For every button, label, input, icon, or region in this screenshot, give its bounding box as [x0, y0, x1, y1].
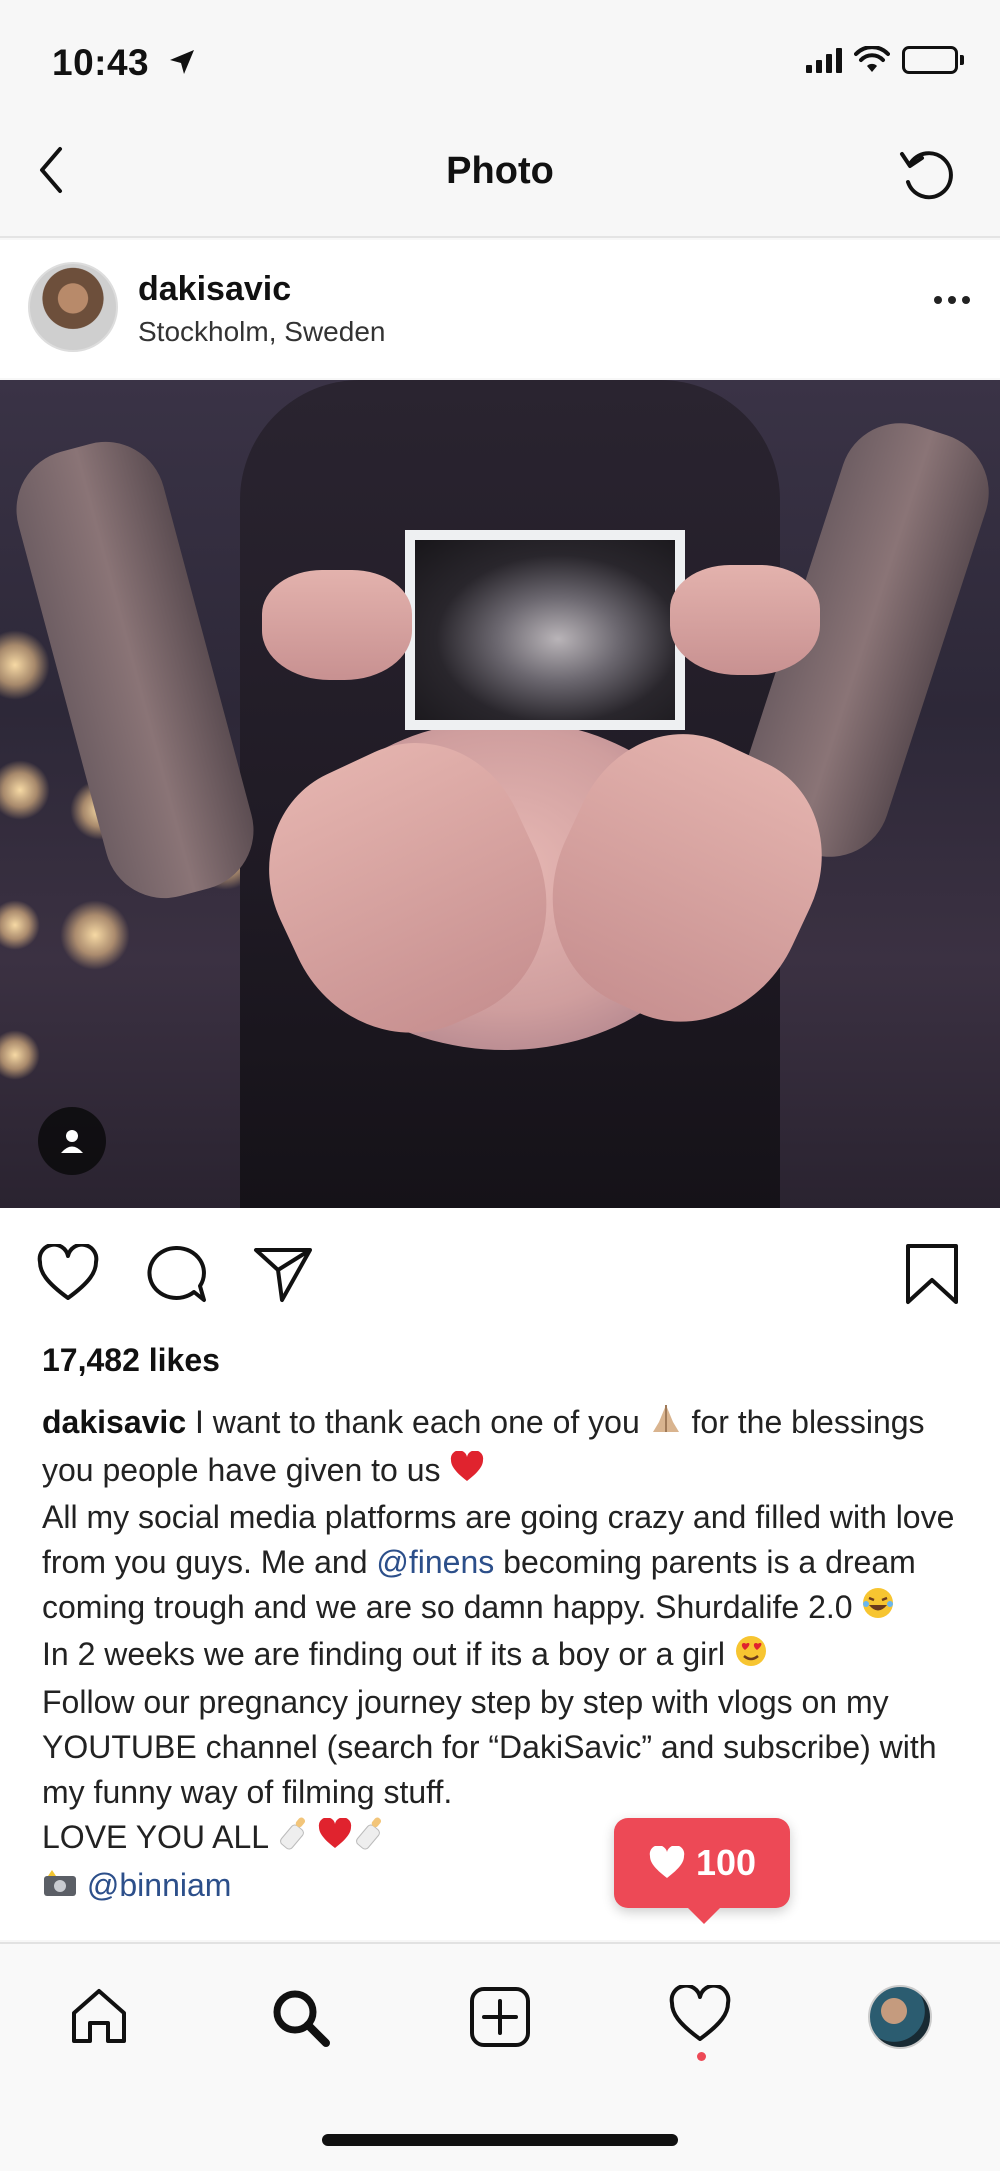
mention-link[interactable]: @finens	[376, 1544, 494, 1580]
battery-icon	[902, 46, 964, 74]
red-heart-icon	[317, 1817, 353, 1862]
post-header	[0, 240, 1000, 378]
heart-icon[interactable]	[36, 1244, 100, 1302]
status-time: 10:43	[52, 42, 150, 83]
caption-username[interactable]: dakisavic	[42, 1404, 186, 1440]
post-photo[interactable]	[0, 380, 1000, 1208]
new-post-icon[interactable]	[468, 1985, 532, 2049]
post-caption: dakisavic I want to thank each one of yo…	[42, 1400, 962, 1910]
caption-text: Follow our pregnancy journey step by ste…	[42, 1683, 937, 1810]
tagged-users-icon[interactable]	[38, 1107, 106, 1175]
red-heart-icon	[449, 1449, 485, 1495]
search-icon[interactable]	[268, 1985, 334, 2051]
bookmark-icon[interactable]	[902, 1242, 962, 1306]
like-notification-badge[interactable]: 100	[614, 1818, 790, 1924]
location-arrow-icon	[170, 50, 194, 74]
caption-text: LOVE YOU ALL	[42, 1818, 277, 1855]
page-title: Photo	[446, 150, 554, 192]
caption-text: In 2 weeks we are finding out if its a b…	[42, 1636, 734, 1673]
likes-count[interactable]: 17,482 likes	[42, 1342, 220, 1379]
camera-flash-icon	[42, 1865, 78, 1910]
home-icon[interactable]	[68, 1985, 130, 2047]
signal-icon	[806, 47, 842, 73]
avatar[interactable]	[28, 262, 118, 352]
caption-text: I want to thank each one of you	[186, 1404, 649, 1440]
home-indicator	[322, 2134, 678, 2146]
heart-eyes-icon	[734, 1634, 768, 1680]
refresh-icon[interactable]	[896, 146, 960, 206]
laughing-face-icon	[861, 1586, 895, 1632]
baby-bottle-icon	[277, 1815, 317, 1863]
activity-dot	[697, 2052, 706, 2061]
wifi-icon	[854, 46, 890, 72]
comment-icon[interactable]	[144, 1244, 208, 1304]
more-options-icon[interactable]	[934, 296, 970, 304]
share-icon[interactable]	[252, 1244, 314, 1304]
photo-credit-link[interactable]: @binniam	[87, 1867, 232, 1903]
post-username[interactable]: dakisavic	[138, 270, 291, 309]
like-notification-count: 100	[695, 1842, 757, 1883]
baby-bottle-icon	[353, 1815, 393, 1863]
status-indicators	[806, 46, 964, 74]
white-heart-icon	[649, 1846, 685, 1878]
praying-hands-icon	[649, 1402, 683, 1448]
profile-avatar[interactable]	[868, 1985, 932, 2049]
post-location[interactable]: Stockholm, Sweden	[138, 316, 385, 348]
divider	[0, 236, 1000, 238]
activity-heart-icon[interactable]	[668, 1985, 732, 2043]
